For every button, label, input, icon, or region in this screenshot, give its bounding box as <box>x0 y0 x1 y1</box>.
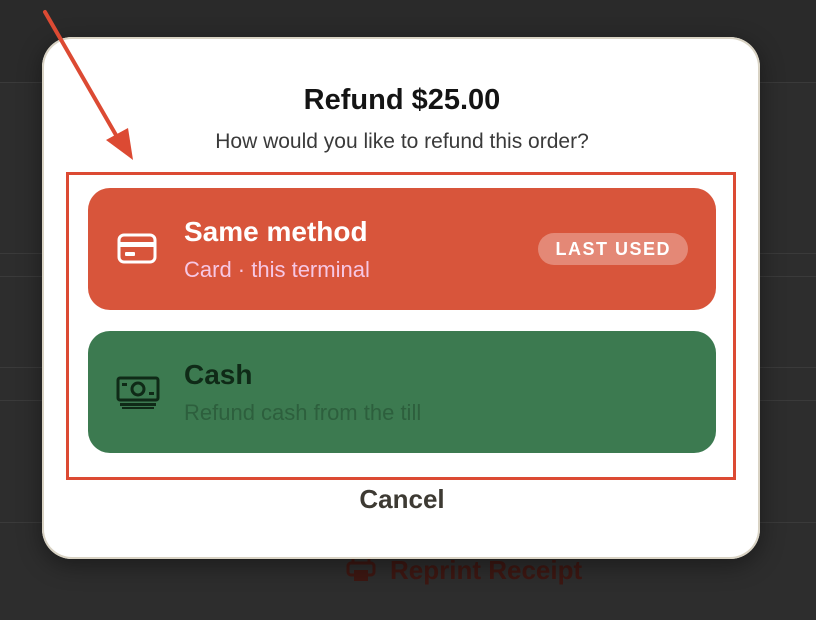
annotation-arrow-icon <box>43 10 133 160</box>
